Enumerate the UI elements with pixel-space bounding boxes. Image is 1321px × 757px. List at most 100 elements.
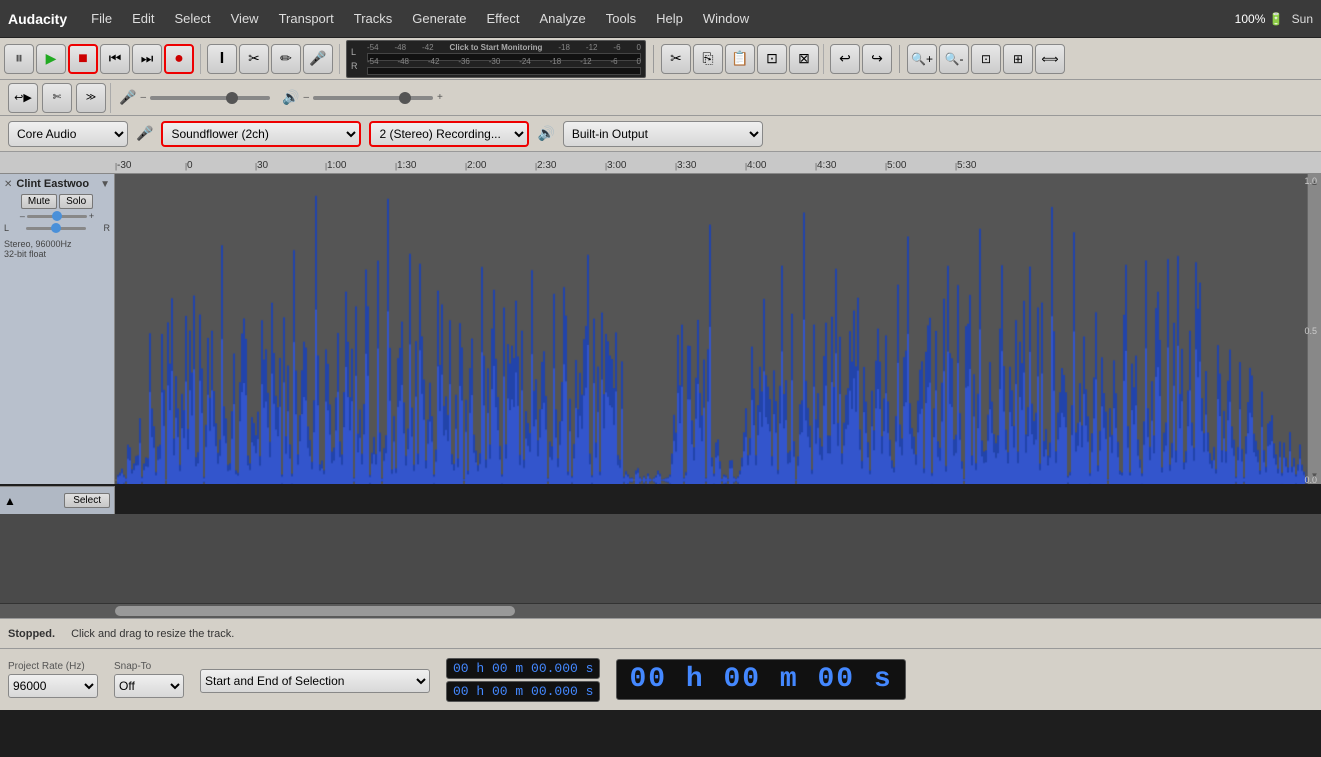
vu-label-l: L: [351, 47, 365, 57]
skip-start-button[interactable]: ⏮: [100, 44, 130, 74]
track-bottom-controls: ▲ Select: [0, 486, 115, 514]
paste-button[interactable]: 📋: [725, 44, 755, 74]
menu-generate[interactable]: Generate: [404, 7, 474, 30]
gain-max-label: +: [89, 211, 94, 221]
zoom-in-button[interactable]: 🔍+: [907, 44, 937, 74]
edit-section: ✂ ⎘ 📋 ⊡ ⊠: [661, 44, 824, 74]
fit-project-button[interactable]: ⊡: [971, 44, 1001, 74]
menu-view[interactable]: View: [223, 7, 267, 30]
toolbar-row2: ↩▶ ✄ ≫ 🎤 – 🔊 – +: [0, 80, 1321, 116]
trim-button[interactable]: ⊡: [757, 44, 787, 74]
pan-slider[interactable]: [26, 227, 86, 230]
vu-monitor-text[interactable]: Click to Start Monitoring: [450, 43, 543, 52]
time-display: 00 h 00 m 00 s: [616, 659, 905, 700]
ruler-mark-330: 3:30: [675, 160, 745, 171]
zoom-toggle-button[interactable]: ⟺: [1035, 44, 1065, 74]
menu-transport[interactable]: Transport: [271, 7, 342, 30]
channels-select[interactable]: 2 (Stereo) Recording...: [369, 121, 529, 147]
ruler-mark-300: 3:00: [605, 160, 675, 171]
loop-play-button[interactable]: ↩▶: [8, 83, 38, 113]
ruler-mark-430: 4:30: [815, 160, 885, 171]
menu-tracks[interactable]: Tracks: [346, 7, 401, 30]
project-rate-select[interactable]: 96000: [8, 674, 98, 698]
bottom-toolbar: Project Rate (Hz) 96000 Snap-To Off Star…: [0, 648, 1321, 710]
silence-button[interactable]: ⊠: [789, 44, 819, 74]
input-device-select[interactable]: Soundflower (2ch): [161, 121, 361, 147]
stop-button[interactable]: ■: [68, 44, 98, 74]
speaker-icon: 🔊: [282, 89, 299, 106]
scroll-down-arrow[interactable]: ▼: [1308, 471, 1321, 480]
undo-button[interactable]: ↩: [830, 44, 860, 74]
waveform-canvas-top[interactable]: [115, 174, 1321, 484]
menu-file[interactable]: File: [83, 7, 120, 30]
menu-effect[interactable]: Effect: [478, 7, 527, 30]
cut-preview-button[interactable]: ✄: [42, 83, 72, 113]
host-select[interactable]: Core Audio: [8, 121, 128, 147]
zoom-out-button[interactable]: 🔍-: [939, 44, 969, 74]
input-level-label: –: [140, 92, 146, 103]
h-scrollbar[interactable]: [0, 604, 1321, 618]
menu-window[interactable]: Window: [695, 7, 757, 30]
select-tool[interactable]: I: [207, 44, 237, 74]
snap-to-select[interactable]: Off: [114, 674, 184, 698]
waveform-container[interactable]: 1.0 0.5 0.0 -0.5 -1.0 1.0 0.5 0.0 -0.5 -…: [115, 174, 1321, 484]
track-resize-handle[interactable]: ▲ ▼: [1307, 174, 1321, 484]
stopped-status: Stopped.: [8, 628, 55, 640]
scrollbar-thumb[interactable]: [115, 606, 515, 616]
scroll-up-arrow[interactable]: ▲: [1308, 178, 1321, 187]
ruler-mark-0: 0: [185, 160, 255, 171]
undo-section: ↩ ↪: [830, 44, 892, 74]
track-name-text: Clint Eastwoo: [16, 178, 96, 190]
ruler-mark-400: 4:00: [745, 160, 815, 171]
mute-button[interactable]: Mute: [21, 194, 57, 209]
collapse-icon[interactable]: ▲: [4, 494, 16, 508]
redo-button[interactable]: ↪: [862, 44, 892, 74]
menu-items: File Edit Select View Transport Tracks G…: [83, 7, 1235, 30]
selection-times: 00 h 00 m 00.000 s 00 h 00 m 00.000 s: [446, 658, 600, 702]
menu-select[interactable]: Select: [166, 7, 218, 30]
input-level-slider[interactable]: [150, 96, 270, 100]
play-button[interactable]: ▶: [36, 44, 66, 74]
track-close-btn[interactable]: ✕: [4, 179, 12, 190]
menu-analyze[interactable]: Analyze: [531, 7, 593, 30]
ruler-mark-30: 30: [255, 160, 325, 171]
menu-help[interactable]: Help: [648, 7, 691, 30]
output-level-slider[interactable]: [313, 96, 433, 100]
envelope-tool[interactable]: ✂: [239, 44, 269, 74]
track-menu-arrow[interactable]: ▼: [100, 179, 110, 190]
snap-mode-select[interactable]: Start and End of Selection: [200, 669, 430, 693]
gain-slider[interactable]: [27, 215, 87, 218]
output-level-section: 🔊 – +: [282, 89, 443, 106]
skip-end-button[interactable]: ⏭: [132, 44, 162, 74]
snap-mode-section: Start and End of Selection: [200, 667, 430, 693]
draw-tool[interactable]: ✏: [271, 44, 301, 74]
vu-bar-r: [367, 67, 641, 75]
track-gain-control: – +: [4, 211, 110, 221]
app-title: Audacity: [8, 11, 67, 27]
menu-tools[interactable]: Tools: [598, 7, 644, 30]
mic-record-btn[interactable]: 🎤: [303, 44, 333, 74]
record-button[interactable]: ●: [164, 44, 194, 74]
play-at-speed[interactable]: ≫: [76, 83, 106, 113]
pause-button[interactable]: ⏸: [4, 44, 34, 74]
selection-end-display: 00 h 00 m 00.000 s: [446, 681, 600, 702]
snap-to-section: Snap-To Off: [114, 661, 184, 698]
copy-button[interactable]: ⎘: [693, 44, 723, 74]
vu-meter: L -54 -48 -42 Click to Start Monitoring …: [346, 40, 646, 78]
clock: Sun: [1292, 12, 1313, 26]
menu-edit[interactable]: Edit: [124, 7, 162, 30]
mic-icon: 🎤: [119, 89, 136, 106]
output-device-select[interactable]: Built-in Output: [563, 121, 763, 147]
ruler-mark-530: 5:30: [955, 160, 1025, 171]
ruler-mark-100: 1:00: [325, 160, 395, 171]
tools-section: I ✂ ✏ 🎤: [207, 44, 340, 74]
divider1: [653, 45, 654, 73]
system-status: 100% 🔋 Sun: [1235, 12, 1313, 26]
waveform-top[interactable]: 1.0 0.5 0.0 -0.5 -1.0: [115, 174, 1321, 484]
select-button[interactable]: Select: [64, 493, 110, 508]
fit-tracks-button[interactable]: ⊞: [1003, 44, 1033, 74]
cut-button[interactable]: ✂: [661, 44, 691, 74]
vu-label-r: R: [351, 61, 365, 71]
solo-button[interactable]: Solo: [59, 194, 93, 209]
output-level-plus: +: [437, 92, 443, 103]
